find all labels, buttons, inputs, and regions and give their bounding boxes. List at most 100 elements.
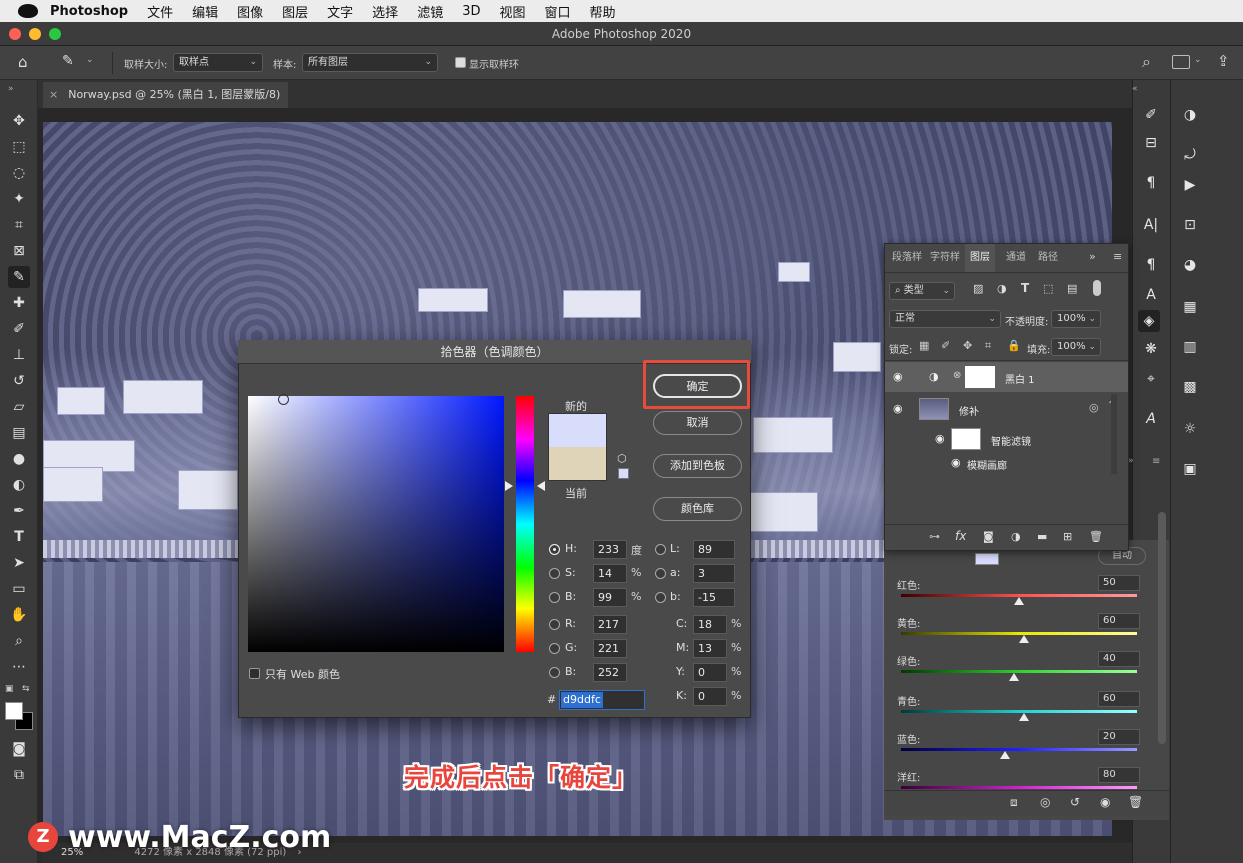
link-icon[interactable]: ⊗ [953,370,961,381]
green-radio[interactable] [549,643,560,654]
swatches-icon[interactable]: ▦ [1179,296,1201,318]
color-palette-icon[interactable]: ◕ [1179,254,1201,276]
gamut-cube-icon[interactable]: ⬡ [617,452,627,465]
visibility-eye-icon[interactable]: ◉ [893,402,903,415]
panel-menu-icon[interactable]: ≡ [1152,456,1160,467]
blend-mode-select[interactable]: 正常 ⌄ [889,310,1001,328]
lock-artboard-icon[interactable]: ⌗ [985,339,991,353]
hue-slider-left-arrow[interactable] [505,481,513,491]
layer-row-blur-gallery[interactable]: ◉ 模糊画廊 [885,452,1128,474]
delete-adjustment-icon[interactable]: 🗑 [1128,795,1143,809]
glyphs-icon[interactable]: A [1140,408,1162,430]
lock-position-icon[interactable]: ✥ [963,339,972,352]
blue-radio[interactable] [549,667,560,678]
tab-paths[interactable]: 路径 [1033,244,1063,272]
actions-play-icon[interactable]: ▶ [1179,174,1201,196]
color-libraries-button[interactable]: 颜色库 [653,497,742,521]
slider-value-yellow[interactable]: 60 [1098,613,1140,629]
gradients-icon[interactable]: ▥ [1179,336,1201,358]
paragraph-styles-icon[interactable]: ¶ [1140,254,1162,276]
menu-view[interactable]: 视图 [499,2,525,21]
home-icon[interactable]: ⌂ [18,53,38,73]
magic-wand-tool-icon[interactable]: ✦ [8,188,30,210]
layer-name[interactable]: 智能滤镜 [991,433,1031,448]
slider-track-blue[interactable] [901,748,1137,751]
hue-slider-right-arrow[interactable] [537,481,545,491]
menu-file[interactable]: 文件 [147,2,173,21]
channels-icon[interactable]: ❋ [1140,338,1162,360]
layer-name[interactable]: 模糊画廊 [967,457,1007,472]
adjust-icon[interactable]: ⊟ [1140,132,1162,154]
swap-colors-icon[interactable]: ⇆ [22,684,30,694]
lab-a-input[interactable]: 3 [693,564,735,583]
visibility-eye-icon[interactable]: ◉ [935,432,945,445]
panel-collapse-icon[interactable]: « [1132,84,1138,94]
slider-knob-cyan[interactable] [1018,713,1029,721]
properties-scrollbar[interactable] [1158,512,1166,744]
paragraph-icon[interactable]: ¶ [1140,172,1162,194]
slider-knob-red[interactable] [1014,597,1024,605]
layer-row-smart-filters[interactable]: ◉ 智能滤镜 [885,424,1128,454]
apple-icon[interactable] [18,4,38,18]
slider-value-magenta[interactable]: 80 [1098,767,1140,783]
opacity-input[interactable]: 100% ⌄ [1051,310,1101,328]
lab-a-radio[interactable] [655,568,666,579]
pen-tool-icon[interactable]: ✒ [8,500,30,522]
hue-slider[interactable] [516,396,534,652]
default-colors-icon[interactable]: ▣ [5,684,14,694]
tab-paragraph-styles[interactable]: 段落样 [889,244,925,272]
eraser-tool-icon[interactable]: ▱ [8,396,30,418]
info-icon[interactable]: ▣ [1179,458,1201,480]
black-input[interactable]: 0 [693,687,727,706]
red-radio[interactable] [549,619,560,630]
tab-character-styles[interactable]: 字符样 [927,244,963,272]
tab-channels[interactable]: 通道 [1001,244,1031,272]
show-sampling-ring-checkbox[interactable] [455,57,466,68]
clip-to-layer-icon[interactable]: ⧈ [1010,795,1018,810]
layer-name[interactable]: 修补 [959,403,979,418]
sample-select[interactable]: 所有图层 ⌄ [302,53,438,72]
screen-mode-icon[interactable]: ⧉ [8,764,30,786]
lab-l-radio[interactable] [655,544,666,555]
fill-input[interactable]: 100% ⌄ [1051,338,1101,356]
marquee-tool-icon[interactable]: ⬚ [8,136,30,158]
more-tools-icon[interactable]: ⋯ [8,656,30,678]
dodge-tool-icon[interactable]: ◐ [8,474,30,496]
paths-icon[interactable]: ⌖ [1140,368,1162,390]
saturation-radio[interactable] [549,568,560,579]
crop-tool-icon[interactable]: ⌗ [8,214,30,236]
cancel-button[interactable]: 取消 [653,411,742,435]
lab-l-input[interactable]: 89 [693,540,735,559]
smart-filter-mask-thumbnail[interactable] [951,428,981,450]
menu-image[interactable]: 图像 [237,2,263,21]
layer-row-bw[interactable]: ◉ ◑ ⊗ 黑白 1 [885,362,1128,392]
add-mask-icon[interactable]: ◙ [983,530,994,543]
layers-scrollbar[interactable] [1111,394,1117,474]
brush-settings-icon[interactable]: ✐ [1140,104,1162,126]
menu-3d[interactable]: 3D [462,4,480,19]
lab-b-input[interactable]: -15 [693,588,735,607]
view-previous-icon[interactable]: ◎ [1040,795,1050,809]
magenta-input[interactable]: 13 [693,639,727,658]
tab-layers[interactable]: 图层 [965,244,995,272]
tint-color-swatch[interactable] [975,553,999,565]
workspace-icon[interactable] [1172,55,1190,69]
foreground-color-swatch[interactable] [5,702,23,720]
zoom-tool-icon[interactable]: ⌕ [8,630,30,652]
cyan-input[interactable]: 18 [693,615,727,634]
filter-shape-icon[interactable]: ⬚ [1043,282,1053,295]
lock-transparent-icon[interactable]: ▦ [919,339,929,352]
document-tab[interactable]: ×Norway.psd @ 25% (黑白 1, 图层蒙版/8) * [43,82,288,127]
slider-value-green[interactable]: 40 [1098,651,1140,667]
type-tool-icon[interactable]: T [8,526,30,548]
chevron-down-icon[interactable]: ⌄ [1194,55,1202,65]
gradient-tool-icon[interactable]: ▤ [8,422,30,444]
close-tab-icon[interactable]: × [49,88,58,101]
filter-adjustment-icon[interactable]: ◑ [997,282,1007,295]
color-field[interactable] [248,396,504,652]
move-tool-icon[interactable]: ✥ [8,110,30,132]
fx-icon[interactable]: fx [955,529,966,543]
red-input[interactable]: 217 [593,615,627,634]
menu-select[interactable]: 选择 [372,2,398,21]
history-icon[interactable]: ⤾ [1179,144,1201,166]
